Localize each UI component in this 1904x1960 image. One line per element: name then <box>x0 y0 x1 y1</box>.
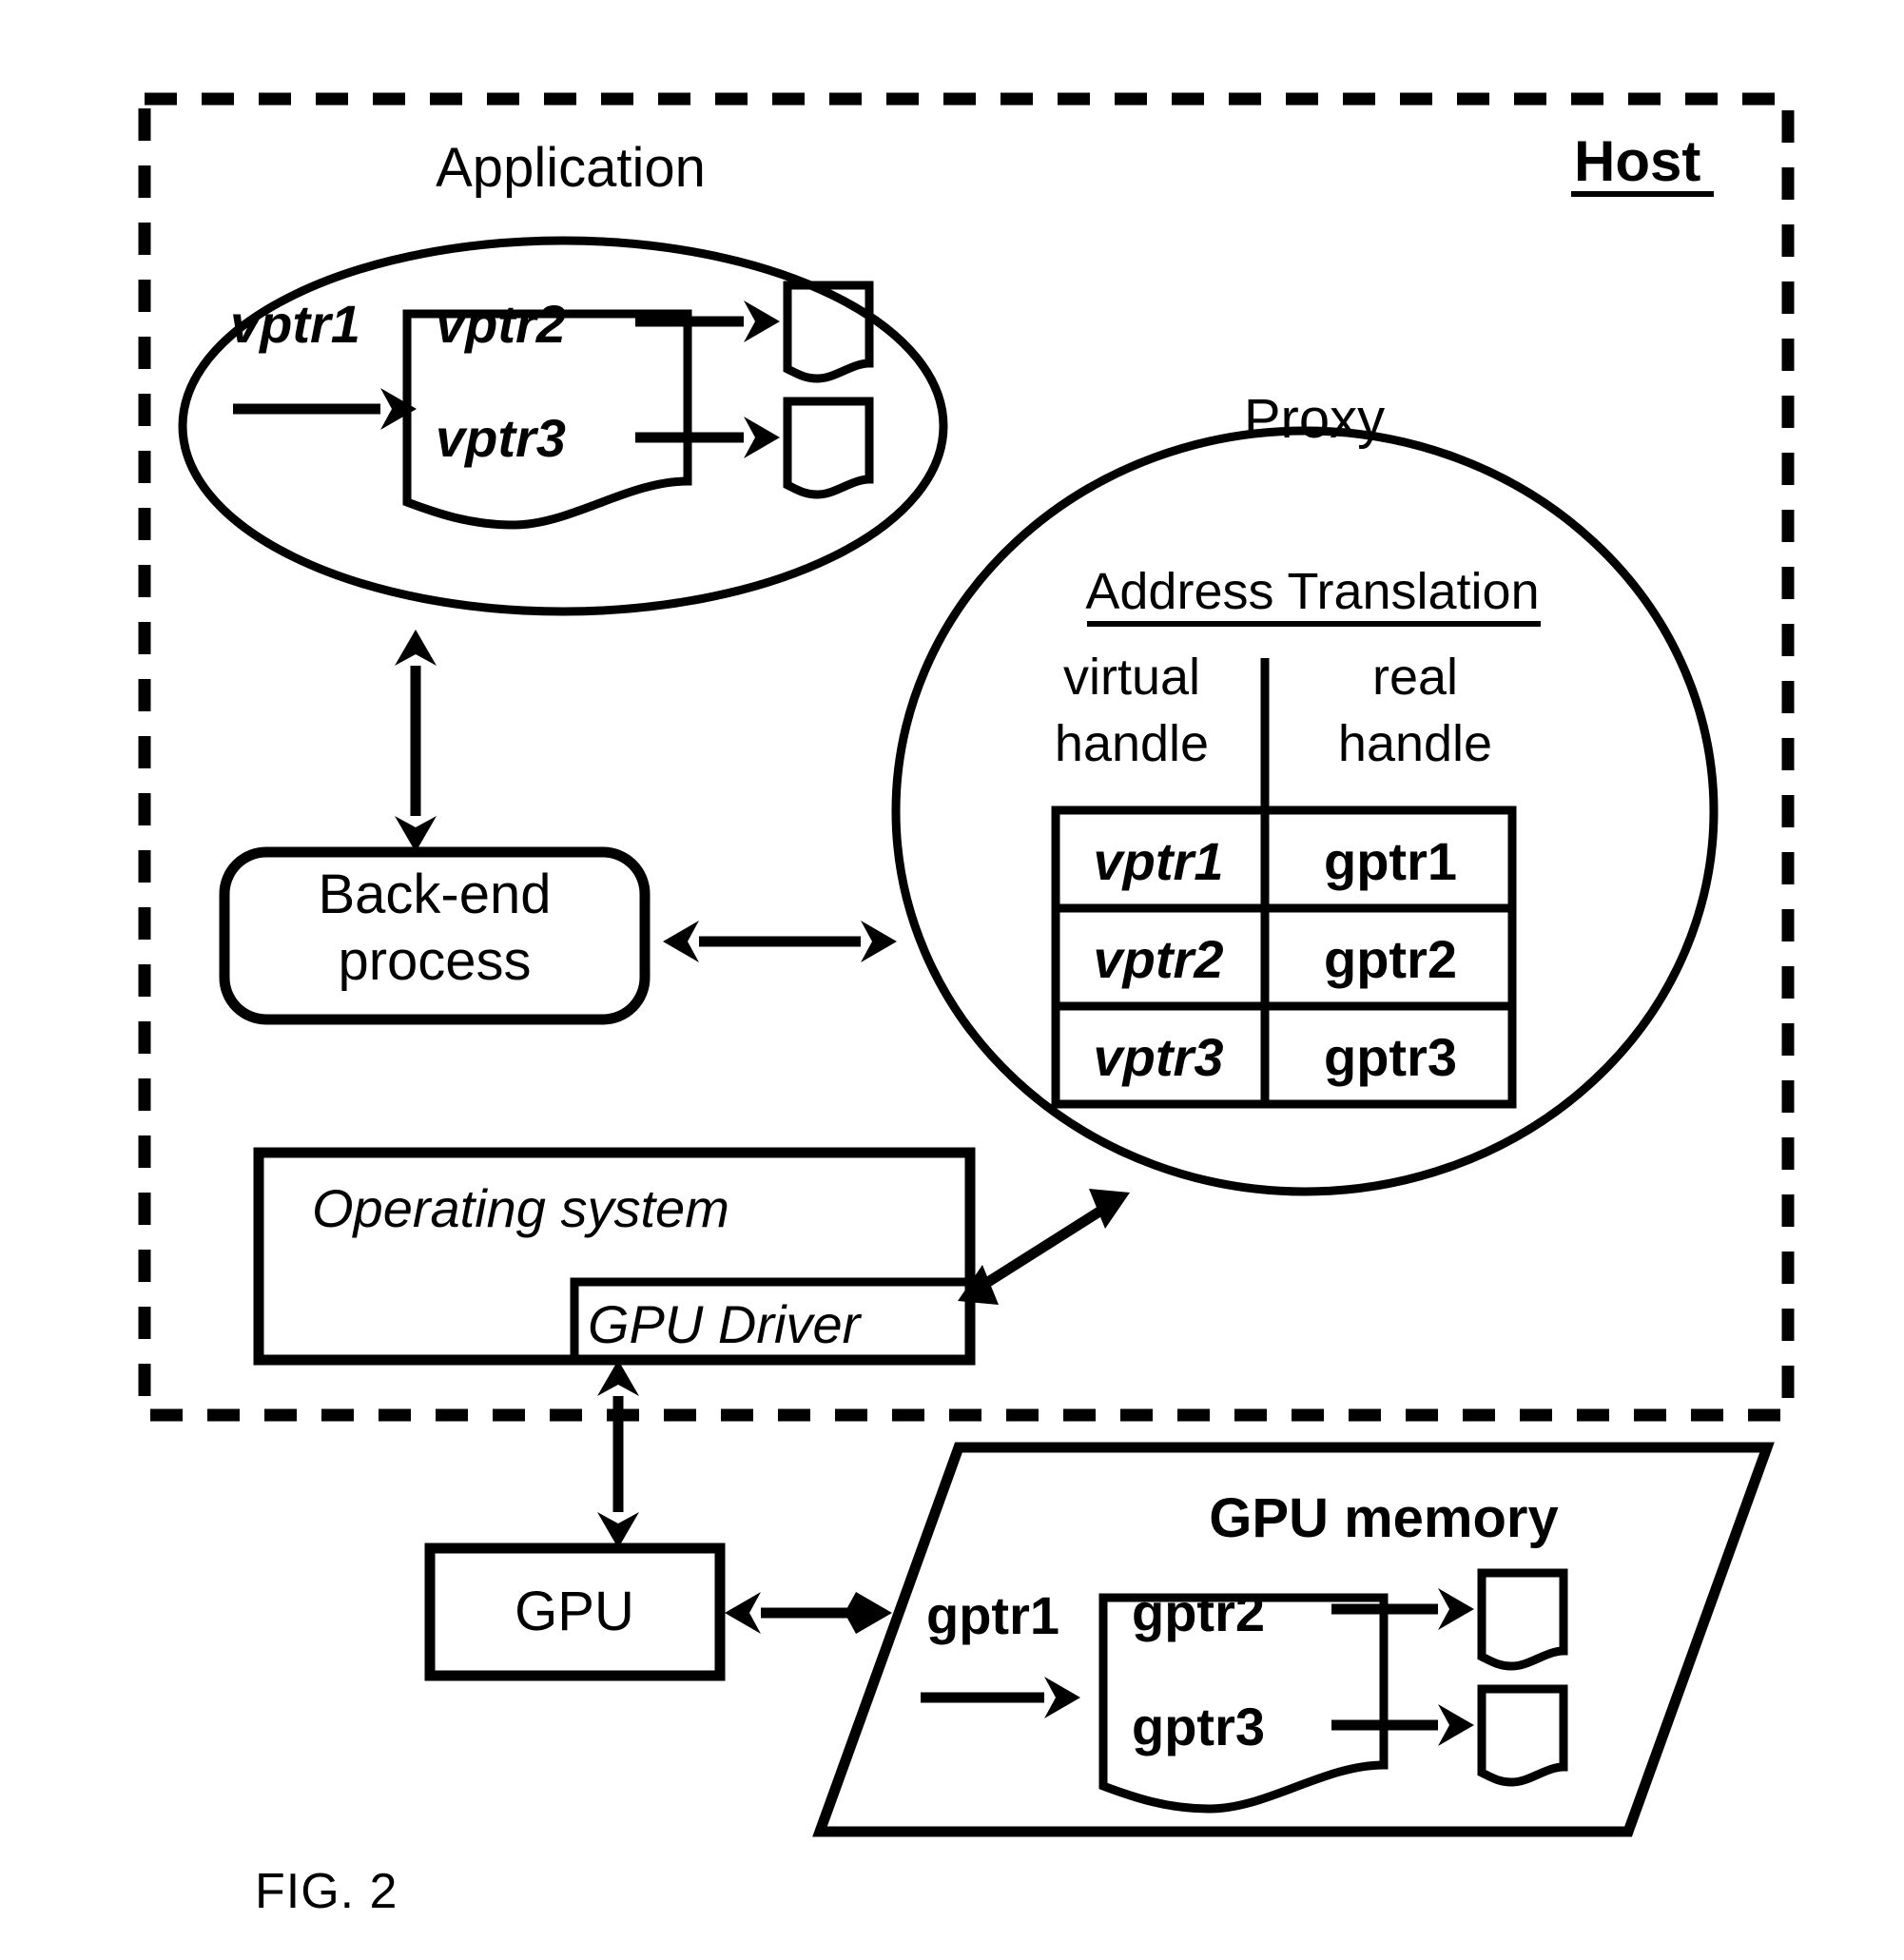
patent-figure-2: Host Application vptr1 vptr2 vptr3 Back-… <box>0 0 1904 1960</box>
application-incoming-pointer-label: vptr1 <box>230 294 360 354</box>
gpu-memory-entry-label-2: gptr3 <box>1132 1697 1265 1756</box>
application-entry-label-1: vptr2 <box>436 294 566 354</box>
gpu-memory-entry-label-1: gptr2 <box>1132 1582 1265 1642</box>
driver-proxy-arrow <box>958 1189 1130 1305</box>
gpu-memory-title: GPU memory <box>1209 1487 1558 1549</box>
application-entry-arrow-1 <box>635 301 780 342</box>
os-gpu-arrow <box>597 1360 639 1548</box>
application-title: Application <box>436 137 706 199</box>
application-target-document-1 <box>783 281 874 383</box>
address-translation-title: Address Translation <box>1085 563 1539 620</box>
gpu-memory-arrow <box>725 1592 892 1634</box>
gpu-memory-target-document-2 <box>1477 1684 1568 1787</box>
gpu-memory-entry-arrow-2 <box>1331 1704 1474 1746</box>
application-incoming-arrow <box>233 388 417 430</box>
table-cell-virtual-3: vptr3 <box>1094 1027 1224 1087</box>
table-cell-real-3: gptr3 <box>1324 1027 1457 1087</box>
gpu-memory-incoming-arrow <box>921 1677 1080 1718</box>
gpu-memory-target-document-1 <box>1477 1568 1568 1671</box>
operating-system-label: Operating system <box>312 1178 729 1238</box>
column-header-virtual-line1: virtual <box>1063 649 1200 706</box>
table-cell-virtual-2: vptr2 <box>1094 929 1224 989</box>
figure-canvas: Host Application vptr1 vptr2 vptr3 Back-… <box>0 0 1904 1960</box>
application-entry-label-2: vptr3 <box>436 408 566 468</box>
application-entry-arrow-2 <box>635 417 780 458</box>
gpu-label: GPU <box>515 1581 634 1642</box>
backend-process-label-line1: Back-end <box>318 864 551 925</box>
gpu-memory-incoming-pointer-label: gptr1 <box>926 1585 1059 1645</box>
host-label: Host <box>1574 129 1700 193</box>
figure-caption: FIG. 2 <box>255 1864 398 1919</box>
gpu-driver-label: GPU Driver <box>588 1294 863 1354</box>
column-header-real-line2: handle <box>1338 715 1492 772</box>
column-header-real-line1: real <box>1372 649 1458 706</box>
application-backend-arrow <box>395 630 437 852</box>
table-cell-real-1: gptr1 <box>1324 831 1457 891</box>
application-target-document-2 <box>783 397 874 499</box>
backend-proxy-arrow <box>663 921 897 962</box>
table-cell-real-2: gptr2 <box>1324 929 1457 989</box>
column-header-virtual-line2: handle <box>1055 715 1209 772</box>
table-cell-virtual-1: vptr1 <box>1094 831 1224 891</box>
proxy-title: Proxy <box>1244 388 1385 450</box>
backend-process-label-line2: process <box>338 930 531 992</box>
